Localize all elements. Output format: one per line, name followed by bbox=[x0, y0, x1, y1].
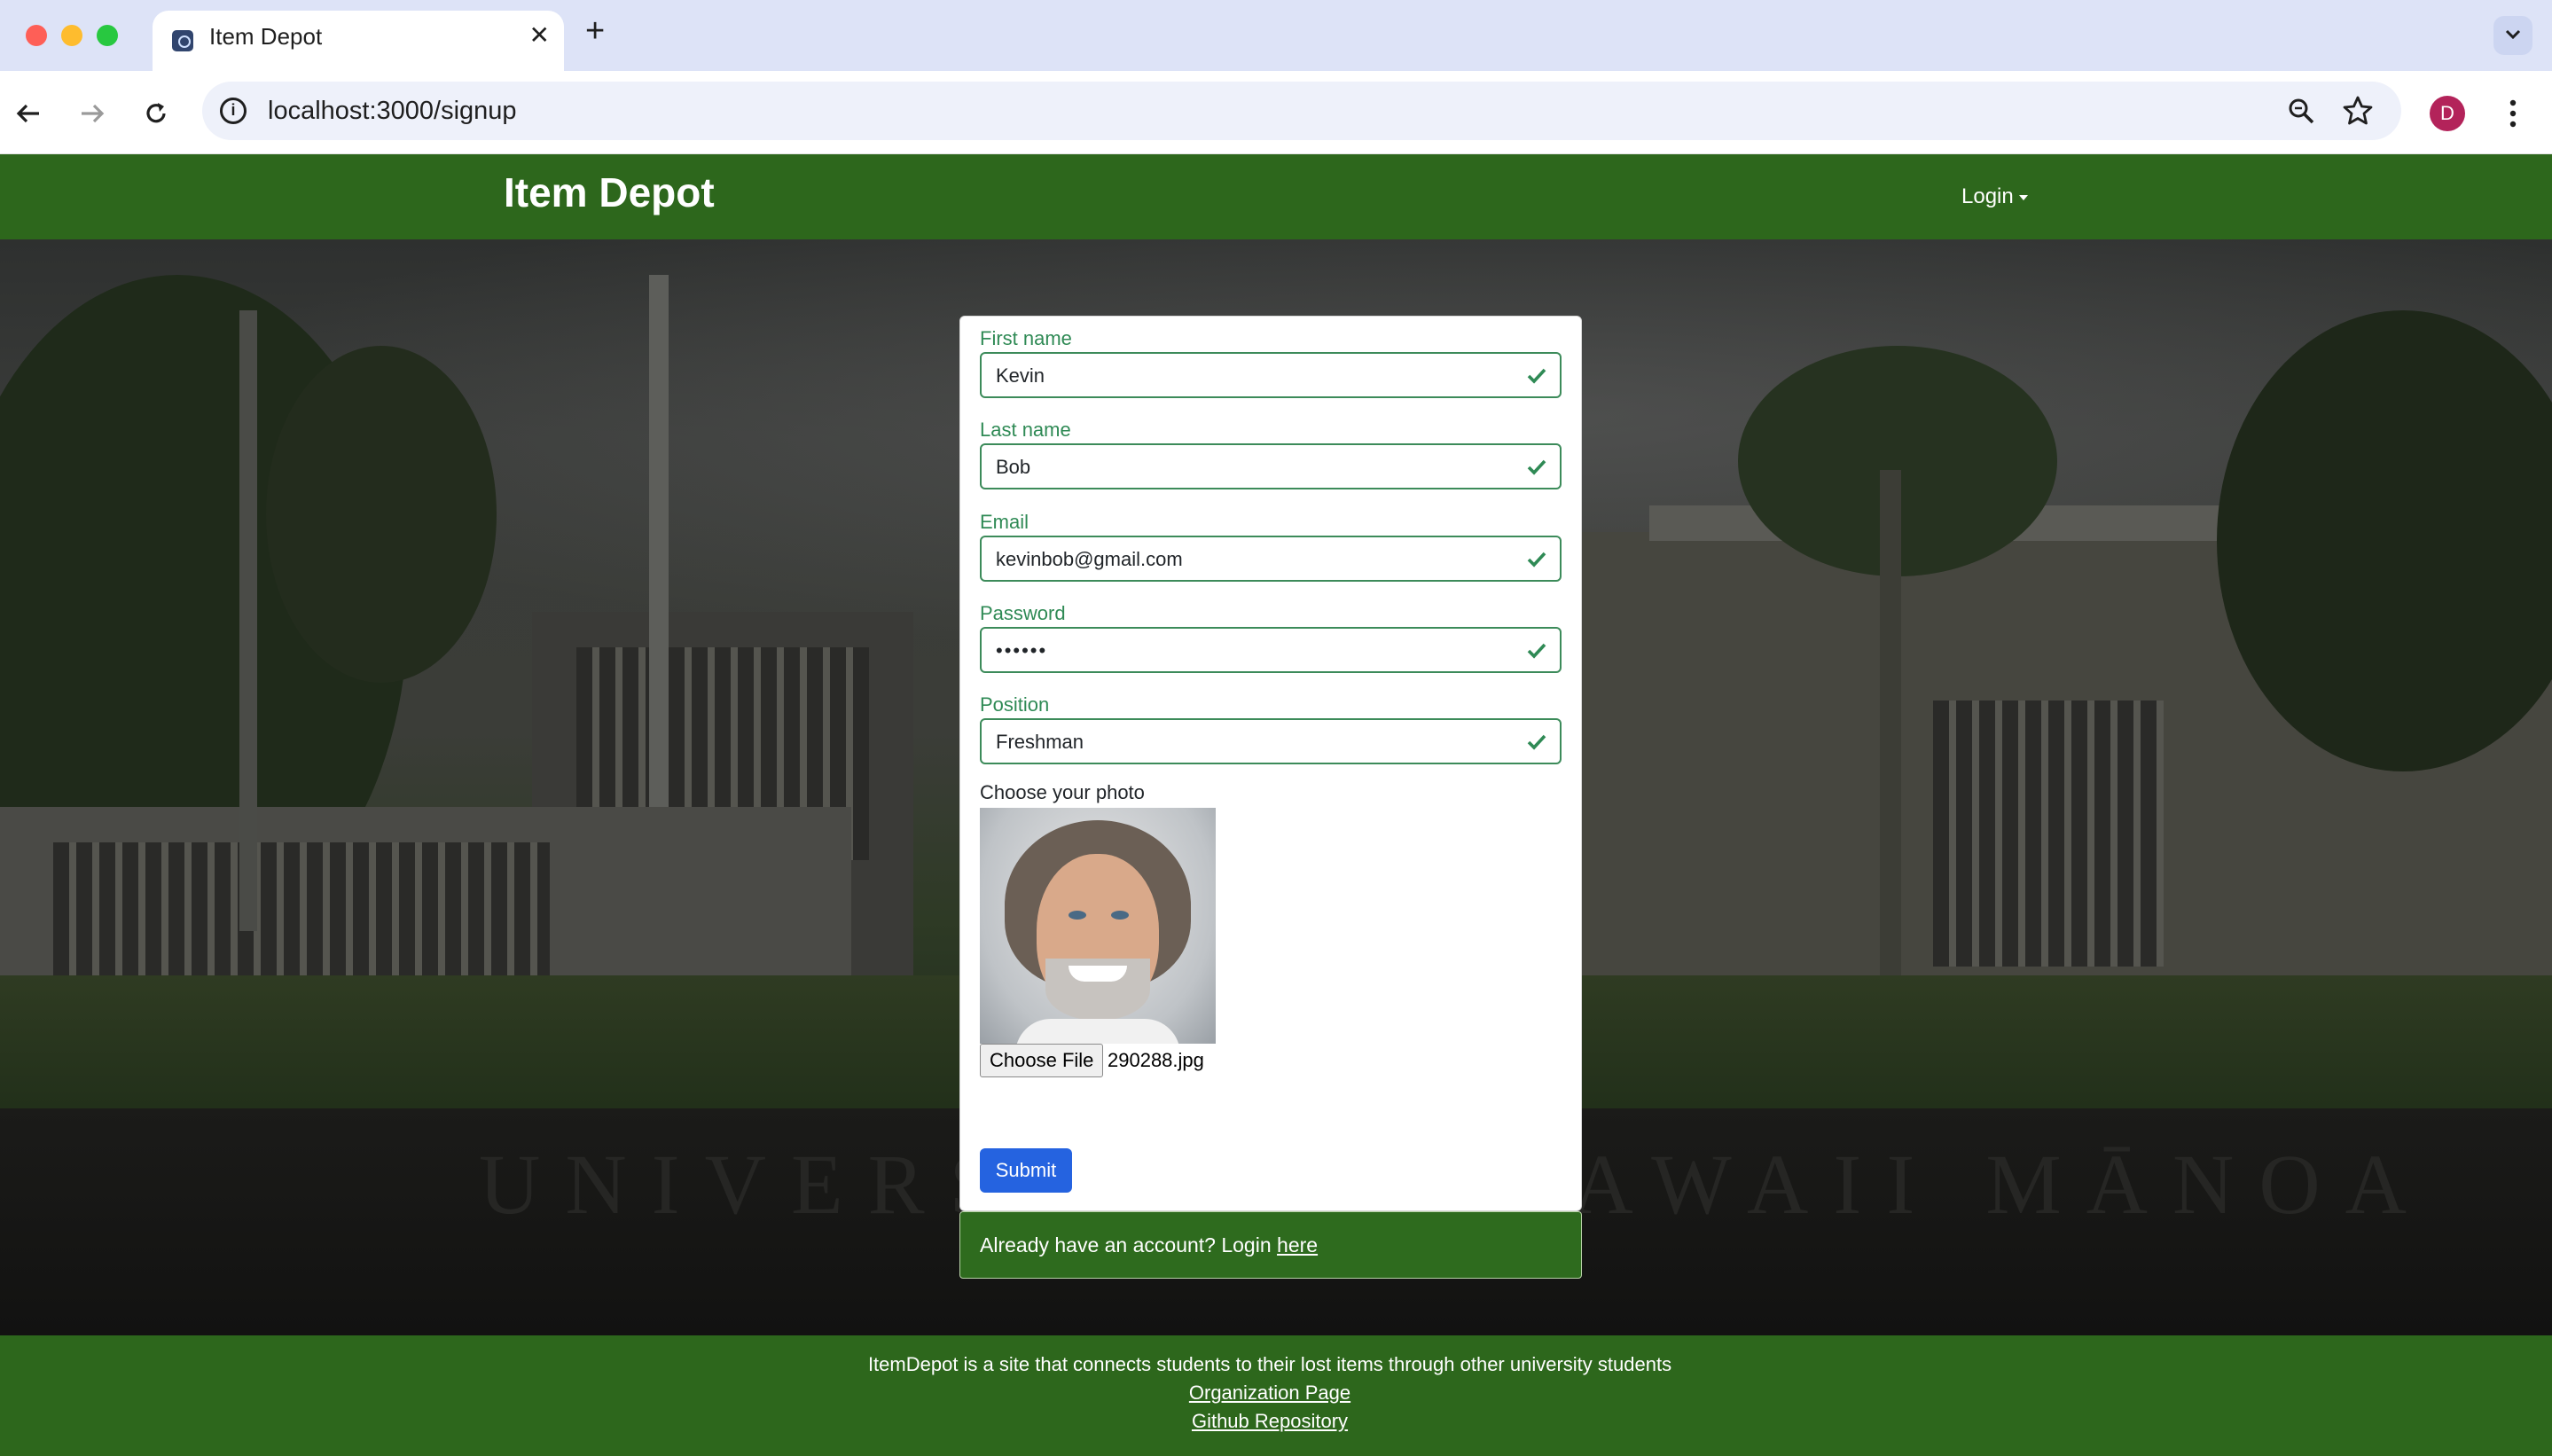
position-value: Freshman bbox=[996, 731, 1084, 753]
browser-menu-icon[interactable] bbox=[2506, 98, 2520, 129]
organization-page-link[interactable]: Organization Page bbox=[1189, 1382, 1350, 1404]
github-repository-link[interactable]: Github Repository bbox=[1192, 1410, 1348, 1432]
last-name-label: Last name bbox=[980, 419, 1071, 441]
register-form-card: First name Kevin Last name Bob Email kev… bbox=[959, 316, 1582, 1211]
position-label: Position bbox=[980, 693, 1050, 716]
valid-check-icon bbox=[1527, 552, 1546, 568]
url-text[interactable]: localhost:3000/signup bbox=[268, 97, 517, 126]
site-info-icon[interactable] bbox=[220, 98, 247, 124]
forward-arrow-icon[interactable] bbox=[76, 98, 108, 129]
password-field[interactable]: •••••• bbox=[980, 627, 1562, 673]
chevron-down-icon bbox=[2505, 29, 2521, 40]
back-arrow-icon[interactable] bbox=[12, 98, 44, 129]
site-navbar: Item Depot Login bbox=[0, 154, 2552, 239]
valid-check-icon bbox=[1527, 459, 1546, 475]
choose-file-button[interactable]: Choose File bbox=[980, 1044, 1104, 1077]
favicon-icon bbox=[172, 30, 193, 51]
login-prompt-text: Already have an account? Login here bbox=[980, 1233, 1319, 1256]
password-label: Password bbox=[980, 602, 1066, 624]
maximize-window-button[interactable] bbox=[97, 25, 118, 46]
minimize-window-button[interactable] bbox=[61, 25, 82, 46]
email-value: kevinbob@gmail.com bbox=[996, 548, 1183, 570]
brand-logo[interactable]: Item Depot bbox=[504, 168, 715, 216]
first-name-field[interactable]: Kevin bbox=[980, 352, 1562, 398]
valid-check-icon bbox=[1527, 368, 1546, 384]
email-label: Email bbox=[980, 511, 1029, 533]
profile-avatar[interactable]: D bbox=[2430, 96, 2465, 131]
tab-search-button[interactable] bbox=[2493, 16, 2532, 55]
close-window-button[interactable] bbox=[26, 25, 47, 46]
reload-icon[interactable] bbox=[140, 98, 172, 129]
login-dropdown[interactable]: Login bbox=[1961, 184, 2028, 209]
last-name-field[interactable]: Bob bbox=[980, 443, 1562, 489]
selected-file-name: 290288.jpg bbox=[1108, 1049, 1204, 1071]
close-tab-icon[interactable]: ✕ bbox=[529, 23, 550, 48]
footer-tagline: ItemDepot is a site that connects studen… bbox=[867, 1353, 1672, 1375]
browser-tabstrip: Item Depot ✕ + bbox=[0, 0, 2552, 71]
first-name-label: First name bbox=[980, 327, 1072, 349]
profile-photo-preview bbox=[980, 808, 1216, 1044]
valid-check-icon bbox=[1527, 734, 1546, 750]
login-label: Login bbox=[1961, 184, 2014, 208]
address-bar[interactable]: localhost:3000/signup bbox=[202, 82, 2401, 140]
caret-down-icon bbox=[2018, 194, 2028, 200]
photo-label: Choose your photo bbox=[980, 781, 1145, 803]
browser-toolbar: localhost:3000/signup D bbox=[0, 71, 2552, 154]
email-field[interactable]: kevinbob@gmail.com bbox=[980, 536, 1562, 582]
position-field[interactable]: Freshman bbox=[980, 718, 1562, 764]
last-name-value: Bob bbox=[996, 456, 1031, 478]
password-value: •••••• bbox=[996, 639, 1048, 661]
login-here-link[interactable]: here bbox=[1277, 1233, 1318, 1256]
bookmark-star-icon[interactable] bbox=[2341, 94, 2375, 128]
valid-check-icon bbox=[1527, 643, 1546, 659]
zoom-icon[interactable] bbox=[2286, 96, 2316, 126]
browser-tab[interactable]: Item Depot ✕ bbox=[153, 11, 564, 71]
site-footer: ItemDepot is a site that connects studen… bbox=[0, 1335, 2552, 1456]
tab-title: Item Depot bbox=[209, 23, 323, 50]
page: Item Depot Login UNIVERSITY OF HAWAII MĀ… bbox=[0, 154, 2552, 1456]
submit-button[interactable]: Submit bbox=[980, 1148, 1072, 1193]
new-tab-icon[interactable]: + bbox=[585, 14, 605, 48]
login-prompt: Already have an account? Login here bbox=[959, 1211, 1582, 1279]
first-name-value: Kevin bbox=[996, 364, 1045, 387]
